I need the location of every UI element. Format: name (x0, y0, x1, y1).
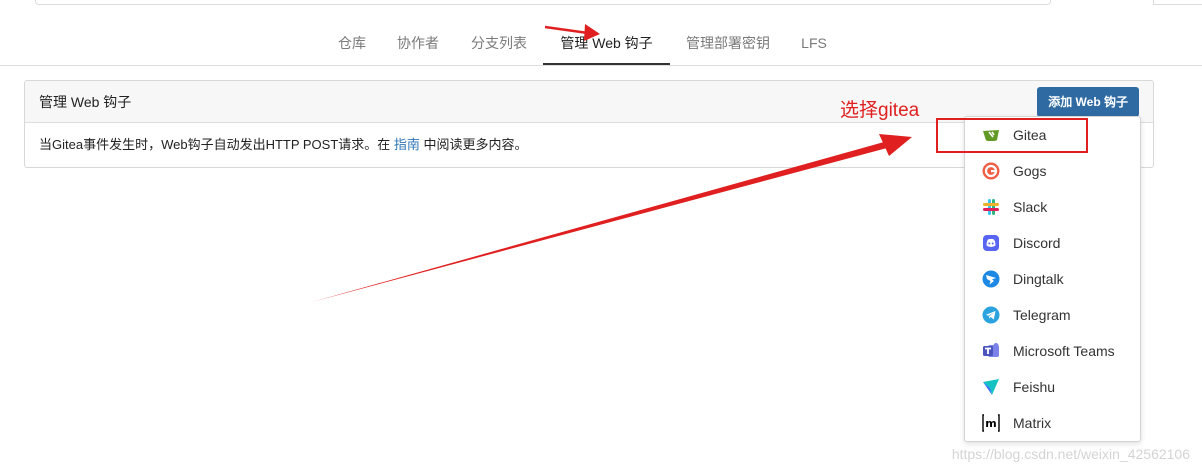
annotation-arrows (312, 24, 912, 302)
watermark: https://blog.csdn.net/weixin_42562106 (951, 446, 1190, 462)
arrow-to-tab (544, 24, 600, 41)
arrow-to-gitea (312, 134, 912, 302)
